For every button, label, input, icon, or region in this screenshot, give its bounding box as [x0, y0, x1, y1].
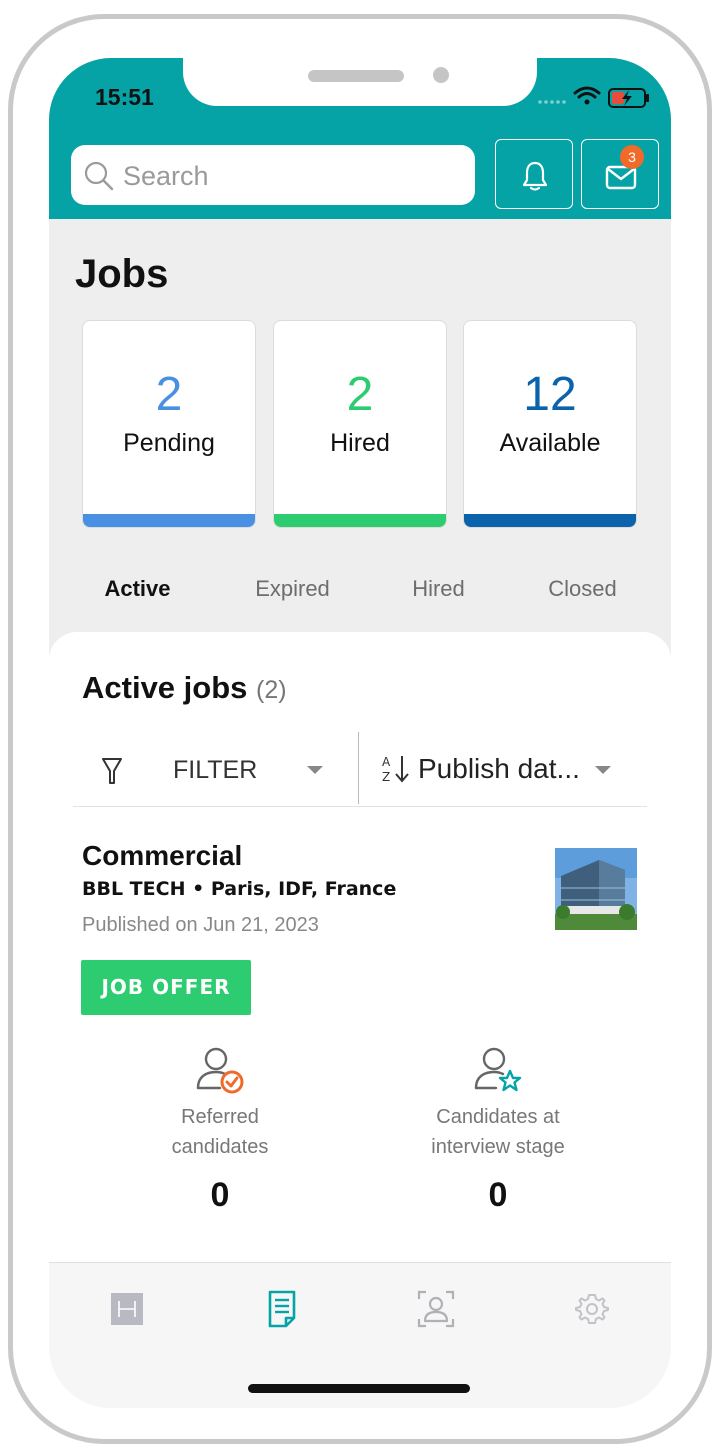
- tab-closed[interactable]: Closed: [505, 576, 660, 602]
- job-offer-tag: JOB OFFER: [81, 960, 251, 1015]
- job-title: Commercial: [82, 840, 243, 871]
- stat-value: 12: [523, 368, 577, 421]
- sort-dropdown[interactable]: A Z Publish dat...: [359, 732, 647, 804]
- signal-icon: [538, 100, 566, 104]
- tab-dashboard[interactable]: [107, 1289, 147, 1329]
- bell-icon: [522, 161, 548, 191]
- stat-bar: [274, 514, 446, 527]
- job-company: BBL TECH • Paris, IDF, France: [82, 878, 397, 900]
- metric-value: 0: [210, 1176, 230, 1214]
- metric-interview-stage: Candidates at interview stage 0: [398, 1046, 598, 1215]
- metric-label: Referred candidates: [171, 1106, 269, 1158]
- tab-candidates[interactable]: [416, 1289, 456, 1329]
- tab-expired[interactable]: Expired: [215, 576, 370, 602]
- messages-button[interactable]: 3: [581, 139, 659, 209]
- search-input[interactable]: [121, 155, 455, 197]
- filter-icon: [102, 758, 122, 784]
- candidates-icon: [417, 1290, 455, 1328]
- sort-az-icon: A Z: [382, 755, 409, 784]
- wifi-icon: [573, 86, 601, 99]
- svg-text:A: A: [382, 755, 391, 769]
- user-check-icon: [196, 1047, 244, 1094]
- stat-card-pending[interactable]: 2 Pending: [82, 320, 256, 528]
- app-screen: 15:51 Search 3 Jobs 2 Pending 2 Hired 12…: [49, 58, 671, 1408]
- metric-value: 0: [488, 1176, 508, 1214]
- page-title: Jobs: [75, 252, 169, 296]
- status-time: 15:51: [95, 84, 154, 110]
- dashboard-icon: [111, 1293, 143, 1325]
- chevron-down-icon: [307, 766, 323, 774]
- svg-text:Z: Z: [382, 770, 390, 784]
- jobs-icon: [268, 1290, 296, 1328]
- filter-dropdown[interactable]: FILTER: [73, 732, 357, 804]
- home-indicator[interactable]: [248, 1384, 470, 1393]
- list-title: Active jobs (2): [82, 670, 287, 706]
- settings-icon: [575, 1294, 609, 1324]
- search-icon: [84, 161, 114, 191]
- tab-settings[interactable]: [572, 1289, 612, 1329]
- stat-label: Pending: [123, 429, 215, 457]
- stat-card-available[interactable]: 12 Available: [463, 320, 637, 528]
- status-icons: [538, 86, 649, 108]
- stat-value: 2: [155, 368, 183, 421]
- metric-referred-candidates: Referred candidates 0: [120, 1046, 320, 1215]
- stat-label: Available: [499, 429, 601, 457]
- camera: [433, 67, 449, 83]
- tab-active[interactable]: Active: [60, 576, 215, 602]
- list-title-text: Active jobs: [82, 670, 248, 705]
- device-notch: [183, 58, 537, 106]
- sort-label: Publish dat...: [418, 753, 580, 784]
- stat-value: 2: [346, 368, 374, 421]
- job-thumbnail: [555, 848, 637, 930]
- job-published-date: Published on Jun 21, 2023: [82, 914, 319, 936]
- messages-badge: 3: [620, 145, 644, 169]
- notifications-button[interactable]: [495, 139, 573, 209]
- stat-card-hired[interactable]: 2 Hired: [273, 320, 447, 528]
- stat-bar: [464, 514, 636, 527]
- stat-bar: [83, 514, 255, 527]
- app-header: 15:51 Search 3: [49, 58, 671, 219]
- jobs-panel: Active jobs (2) FILTER A Z Publish dat..…: [49, 632, 671, 1272]
- search-bar[interactable]: [71, 145, 475, 205]
- stat-label: Hired: [330, 429, 390, 457]
- chevron-down-icon: [595, 766, 611, 774]
- tab-hired[interactable]: Hired: [361, 576, 516, 602]
- list-count: (2): [256, 676, 287, 704]
- battery-icon: [608, 88, 649, 108]
- user-star-icon: [474, 1047, 522, 1092]
- metric-label: Candidates at interview stage: [431, 1106, 565, 1158]
- job-status-tabs: Active Expired Hired Closed: [49, 576, 671, 616]
- filter-label: FILTER: [173, 756, 258, 784]
- tab-jobs[interactable]: [262, 1289, 302, 1329]
- speaker: [308, 70, 404, 82]
- list-toolbar: FILTER A Z Publish dat...: [73, 732, 647, 807]
